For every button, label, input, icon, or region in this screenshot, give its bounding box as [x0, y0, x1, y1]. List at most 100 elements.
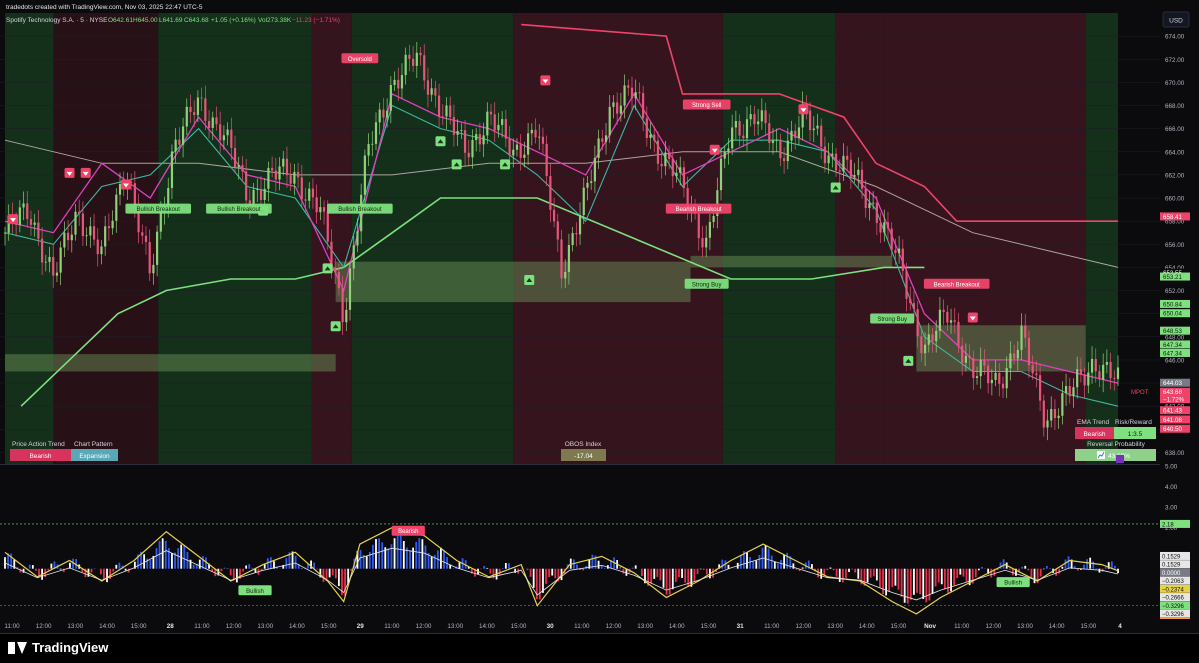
candle-body: [549, 176, 551, 210]
candle-body: [208, 121, 210, 128]
candle-body: [828, 155, 830, 163]
chart-pattern-value: Expansion: [79, 453, 110, 460]
candle-body: [63, 233, 65, 248]
osc-histogram-bar: [372, 545, 374, 569]
osc-histogram-bar: [520, 569, 522, 570]
candle-body: [364, 156, 366, 195]
oscillator-pane[interactable]: BullishBearishBullish: [0, 466, 1160, 618]
candle-body: [186, 107, 188, 127]
candle-body: [794, 131, 796, 138]
time-tick-label: 11:00: [4, 623, 20, 630]
candle-body: [482, 135, 484, 144]
osc-histogram-bar: [1031, 569, 1033, 578]
candle-body: [175, 140, 177, 152]
candle-body: [405, 55, 407, 75]
osc-histogram-bar: [697, 569, 699, 574]
candle-body: [590, 181, 592, 183]
candle-body: [19, 207, 21, 224]
osc-histogram-bar: [1086, 559, 1088, 569]
candle-body: [950, 320, 952, 322]
time-tick-label: 14:00: [859, 623, 875, 630]
osc-histogram-bar: [508, 563, 510, 568]
candle-body: [267, 168, 269, 189]
osc-histogram-bar: [1024, 566, 1026, 569]
candle-body: [282, 159, 284, 167]
candle-body: [508, 139, 510, 156]
event-label: Bearish Breakout: [676, 207, 722, 213]
osc-bg: [0, 466, 1160, 618]
osc-value-label: −0.2666: [1162, 596, 1185, 602]
osc-histogram-bar: [663, 569, 665, 588]
candle-body: [393, 80, 395, 85]
candle-body: [1032, 365, 1034, 373]
candle-body: [980, 360, 982, 376]
candle-body: [638, 92, 640, 93]
osc-histogram-bar: [1058, 569, 1060, 574]
candle-body: [1006, 368, 1008, 388]
osc-histogram-bar: [842, 569, 844, 583]
ema-risk-panel: EMA Trend Risk/Reward Bearish 1:3.5 Reve…: [1075, 419, 1156, 463]
osc-histogram-bar: [1049, 568, 1051, 569]
osc-tick-label: 3.00: [1165, 505, 1178, 512]
candle-body: [698, 214, 700, 238]
osc-histogram-bar: [712, 569, 714, 578]
time-tick-label: 13:00: [257, 623, 273, 630]
tradingview-logo[interactable]: TradingView: [8, 640, 108, 655]
candle-body: [479, 134, 481, 144]
candle-body: [1050, 409, 1052, 421]
osc-histogram-bar: [777, 563, 779, 568]
osc-value-label: 0.1529: [1162, 554, 1181, 560]
tradingview-icon: [8, 642, 26, 654]
candle-body: [965, 356, 967, 363]
candle-body: [961, 346, 963, 363]
candle-body: [201, 98, 203, 99]
obos-value: -17.04: [574, 453, 593, 460]
osc-histogram-bar: [941, 569, 943, 585]
osc-histogram-bar: [403, 541, 405, 569]
osc-histogram-bar: [963, 569, 965, 577]
candle-body: [816, 126, 818, 129]
candle-body: [1002, 384, 1004, 389]
candle-body: [241, 165, 243, 171]
candle-body: [972, 358, 974, 378]
candle-body: [60, 248, 62, 273]
time-tick-label: 13:00: [827, 623, 843, 630]
candle-body: [813, 129, 815, 131]
time-axis[interactable]: 11:0012:0013:0014:0015:002811:0012:0013:…: [0, 619, 1199, 633]
osc-histogram-bar: [666, 569, 668, 595]
osc-histogram-bar: [545, 569, 547, 584]
candle-body: [345, 310, 347, 322]
osc-histogram-bar: [601, 566, 603, 569]
osc-histogram-bar: [103, 569, 105, 580]
candle-body: [579, 215, 581, 234]
candle-body: [820, 126, 822, 147]
osc-histogram-bar: [635, 565, 637, 568]
candle-body: [523, 155, 525, 158]
ohlc-high: H645.00: [133, 17, 158, 24]
time-tick-label: 14:00: [1049, 623, 1065, 630]
candle-body: [846, 156, 848, 160]
osc-histogram-bar: [489, 569, 491, 574]
candle-body: [783, 158, 785, 161]
pane-resize-handle[interactable]: [1116, 455, 1124, 463]
osc-histogram-bar: [916, 569, 918, 593]
trend-zone: [836, 13, 884, 464]
currency-button[interactable]: USD: [1163, 12, 1189, 27]
osc-histogram-bar: [932, 569, 934, 594]
chart-canvas[interactable]: Bullish BreakoutBullish BreakoutBullish …: [0, 0, 1199, 662]
osc-histogram-bar: [669, 569, 671, 595]
candle-body: [412, 59, 414, 66]
osc-histogram-bar: [295, 556, 297, 569]
price-label: 643.68: [1163, 389, 1182, 396]
osc-histogram-bar: [162, 538, 164, 568]
osc-histogram-bar: [703, 569, 705, 570]
candle-body: [649, 135, 651, 138]
price-label: 650.04: [1163, 311, 1182, 318]
candle-body: [612, 102, 614, 107]
candle-body: [512, 150, 514, 156]
event-label: Strong Buy: [877, 317, 907, 323]
event-label: Oversold: [348, 57, 372, 63]
candle-body: [497, 125, 499, 130]
osc-histogram-bar: [752, 561, 754, 569]
osc-histogram-bar: [802, 568, 804, 569]
